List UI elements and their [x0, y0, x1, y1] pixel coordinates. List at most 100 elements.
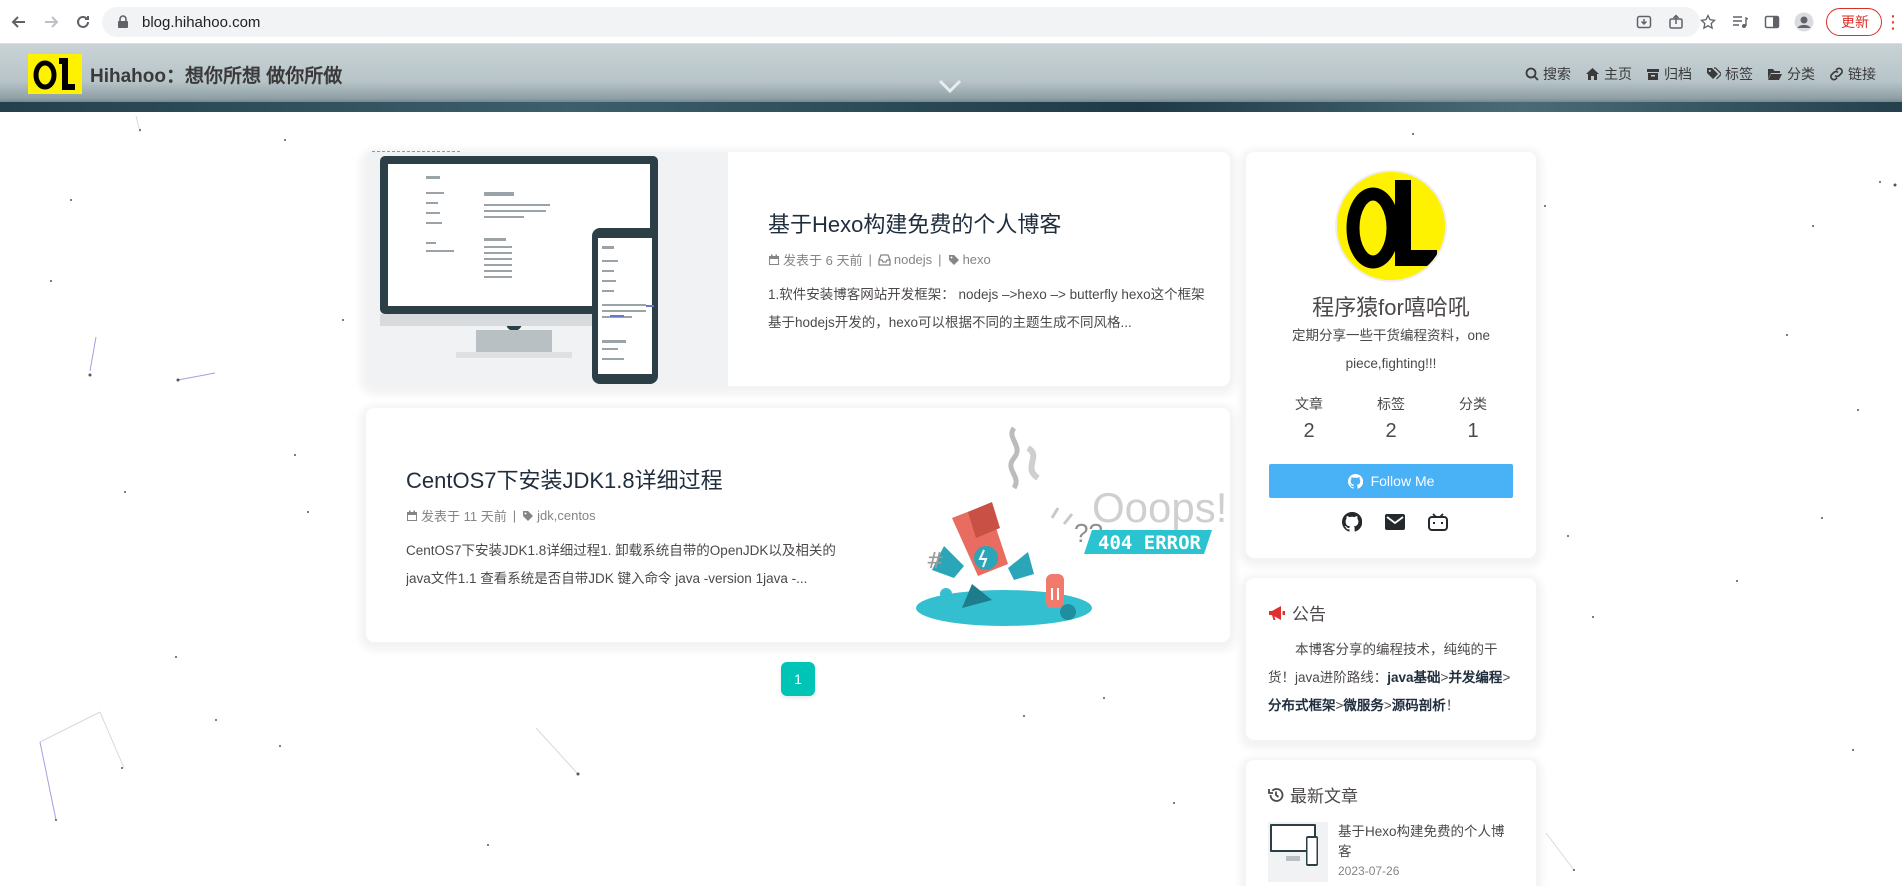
menu-item-tags[interactable]: 标签 — [1706, 64, 1753, 84]
stat-articles[interactable]: 文章 2 — [1268, 394, 1350, 443]
post-tag-link[interactable]: hexo — [963, 252, 991, 267]
author-avatar[interactable] — [1335, 170, 1447, 282]
follow-me-label: Follow Me — [1370, 473, 1435, 489]
email-link[interactable] — [1383, 510, 1407, 534]
post-cover-image[interactable] — [366, 152, 728, 386]
roadmap-arrow: > — [1383, 698, 1392, 713]
search-icon — [1525, 67, 1539, 81]
roadmap-arrow: > — [1502, 670, 1511, 685]
recent-posts-card: 最新文章 基于Hexo构建免费的个人博客 2023-07-26 — [1246, 760, 1536, 886]
github-icon — [1347, 473, 1363, 489]
announcement-text-end: ！ — [1445, 698, 1460, 713]
site-stats: 文章 2 标签 2 分类 1 — [1268, 394, 1514, 443]
header-wave-decoration — [0, 102, 1902, 112]
update-button[interactable]: 更新 — [1826, 8, 1882, 36]
playlist-icon — [1733, 16, 1748, 28]
post-category-link[interactable]: nodejs — [894, 252, 932, 267]
calendar-icon — [769, 254, 779, 265]
post-title-link[interactable]: CentOS7下安装JDK1.8详细过程 — [406, 466, 836, 496]
post-meta: 发表于 11 天前 | jdk,centos — [406, 506, 836, 525]
site-brand[interactable]: Hihahoo：想你所想 做你所做 — [28, 54, 342, 94]
bookmark-button[interactable] — [1692, 7, 1724, 37]
stat-label: 分类 — [1459, 396, 1487, 412]
post-excerpt: CentOS7下安装JDK1.8详细过程1. 卸载系统自带的OpenJDK以及相… — [406, 543, 836, 586]
github-link[interactable] — [1340, 510, 1364, 534]
menu-item-links[interactable]: 链接 — [1829, 64, 1876, 84]
inbox-icon — [878, 253, 891, 266]
side-panel-icon — [1764, 15, 1780, 29]
stat-value: 2 — [1385, 420, 1397, 442]
menu-item-home[interactable]: 主页 — [1585, 64, 1632, 84]
arrow-right-icon — [45, 15, 59, 28]
back-button[interactable] — [6, 9, 32, 35]
link-icon — [1830, 67, 1843, 81]
reload-button[interactable] — [70, 9, 96, 35]
forward-button[interactable] — [38, 9, 64, 35]
menu-item-label: 链接 — [1848, 66, 1876, 82]
roadmap-distributed: 分布式框架 — [1268, 698, 1336, 713]
media-button[interactable] — [1724, 7, 1756, 37]
rocket-404-illustration: ?? # Ooops! 404 ERROR — [916, 426, 1227, 626]
meta-separator: | — [512, 508, 517, 523]
recent-post-item[interactable]: 基于Hexo构建免费的个人博客 2023-07-26 — [1268, 822, 1514, 882]
install-icon — [1636, 15, 1652, 29]
announcement-title: 公告 — [1292, 605, 1326, 624]
post-card[interactable]: CentOS7下安装JDK1.8详细过程 发表于 11 天前 | jdk,cen… — [366, 408, 1230, 642]
recent-post-date: 2023-07-26 — [1338, 864, 1400, 878]
post-card[interactable]: 基于Hexo构建免费的个人博客 发表于 6 天前 | nodejs | hexo… — [366, 152, 1230, 386]
logo-icon — [33, 58, 75, 90]
hash-doodle-icon: # — [926, 549, 944, 574]
history-icon — [1268, 787, 1284, 802]
menu-item-label: 分类 — [1787, 66, 1815, 82]
menu-item-categories[interactable]: 分类 — [1767, 64, 1815, 84]
author-description: 定期分享一些干货编程资料，one piece,fighting!!! — [1291, 328, 1491, 371]
kebab-menu-icon: ⋮ — [1884, 11, 1902, 32]
announcement-card: 公告 本博客分享的编程技术，纯纯的干货！java进阶路线：java基础>并发编程… — [1246, 578, 1536, 740]
profile-button[interactable] — [1788, 7, 1820, 37]
hexo-devices-illustration — [366, 152, 728, 386]
envelope-icon — [1385, 514, 1405, 530]
bullhorn-icon — [1269, 605, 1285, 620]
star-icon — [1700, 14, 1716, 30]
folder-open-icon — [1768, 69, 1782, 80]
side-panel-button[interactable] — [1756, 7, 1788, 37]
bilibili-icon — [1428, 513, 1448, 531]
site-header: Hihahoo：想你所想 做你所做 搜索 主页 归档 标签 分类 链接 — [0, 44, 1902, 112]
site-logo — [28, 54, 82, 94]
post-cover-image[interactable]: ?? # Ooops! 404 ERROR — [868, 408, 1230, 642]
post-title-link[interactable]: 基于Hexo构建免费的个人博客 — [768, 210, 1208, 240]
post-excerpt: 1.软件安装博客网站开发框架： nodejs –>hexo –> butterf… — [768, 287, 1205, 330]
author-name: 程序猿for嘻哈吼 — [1312, 295, 1470, 320]
scroll-down-icon[interactable] — [936, 74, 964, 98]
post-tag-link[interactable]: jdk,centos — [537, 508, 596, 523]
site-menu: 搜索 主页 归档 标签 分类 链接 — [1511, 64, 1876, 84]
roadmap-concurrency: 并发编程 — [1448, 670, 1503, 685]
post-date: 发表于 6 天前 — [783, 253, 863, 268]
tags-icon — [1707, 67, 1721, 80]
browser-menu-button[interactable]: ⋮ — [1884, 7, 1902, 37]
share-icon — [1669, 14, 1683, 29]
follow-me-button[interactable]: Follow Me — [1269, 464, 1513, 498]
menu-item-archive[interactable]: 归档 — [1646, 64, 1692, 84]
brand-name: Hihahoo：想你所想 做你所做 — [90, 65, 343, 87]
menu-item-search[interactable]: 搜索 — [1525, 64, 1571, 84]
stat-tags[interactable]: 标签 2 — [1350, 394, 1432, 443]
browser-toolbar: blog.hihahoo.com 更新 ⋮ — [0, 0, 1902, 44]
recent-post-title[interactable]: 基于Hexo构建免费的个人博客 — [1338, 822, 1514, 862]
install-app-button[interactable] — [1628, 7, 1660, 37]
share-button[interactable] — [1660, 7, 1692, 37]
roadmap-microservices: 微服务 — [1343, 698, 1384, 713]
logo-icon — [1337, 172, 1445, 280]
stat-label: 标签 — [1377, 396, 1405, 412]
stat-categories[interactable]: 分类 1 — [1432, 394, 1514, 443]
pagination-current-page[interactable]: 1 — [781, 662, 815, 696]
calendar-icon — [407, 510, 417, 521]
meta-separator: | — [868, 252, 872, 267]
hexo-devices-thumbnail — [1268, 822, 1328, 882]
archive-icon — [1647, 69, 1659, 80]
error-404-text: 404 ERROR — [1098, 532, 1202, 554]
address-bar[interactable]: blog.hihahoo.com — [102, 7, 1700, 37]
recent-post-thumbnail[interactable] — [1268, 822, 1328, 882]
update-label: 更新 — [1841, 14, 1869, 30]
bilibili-link[interactable] — [1426, 510, 1450, 534]
